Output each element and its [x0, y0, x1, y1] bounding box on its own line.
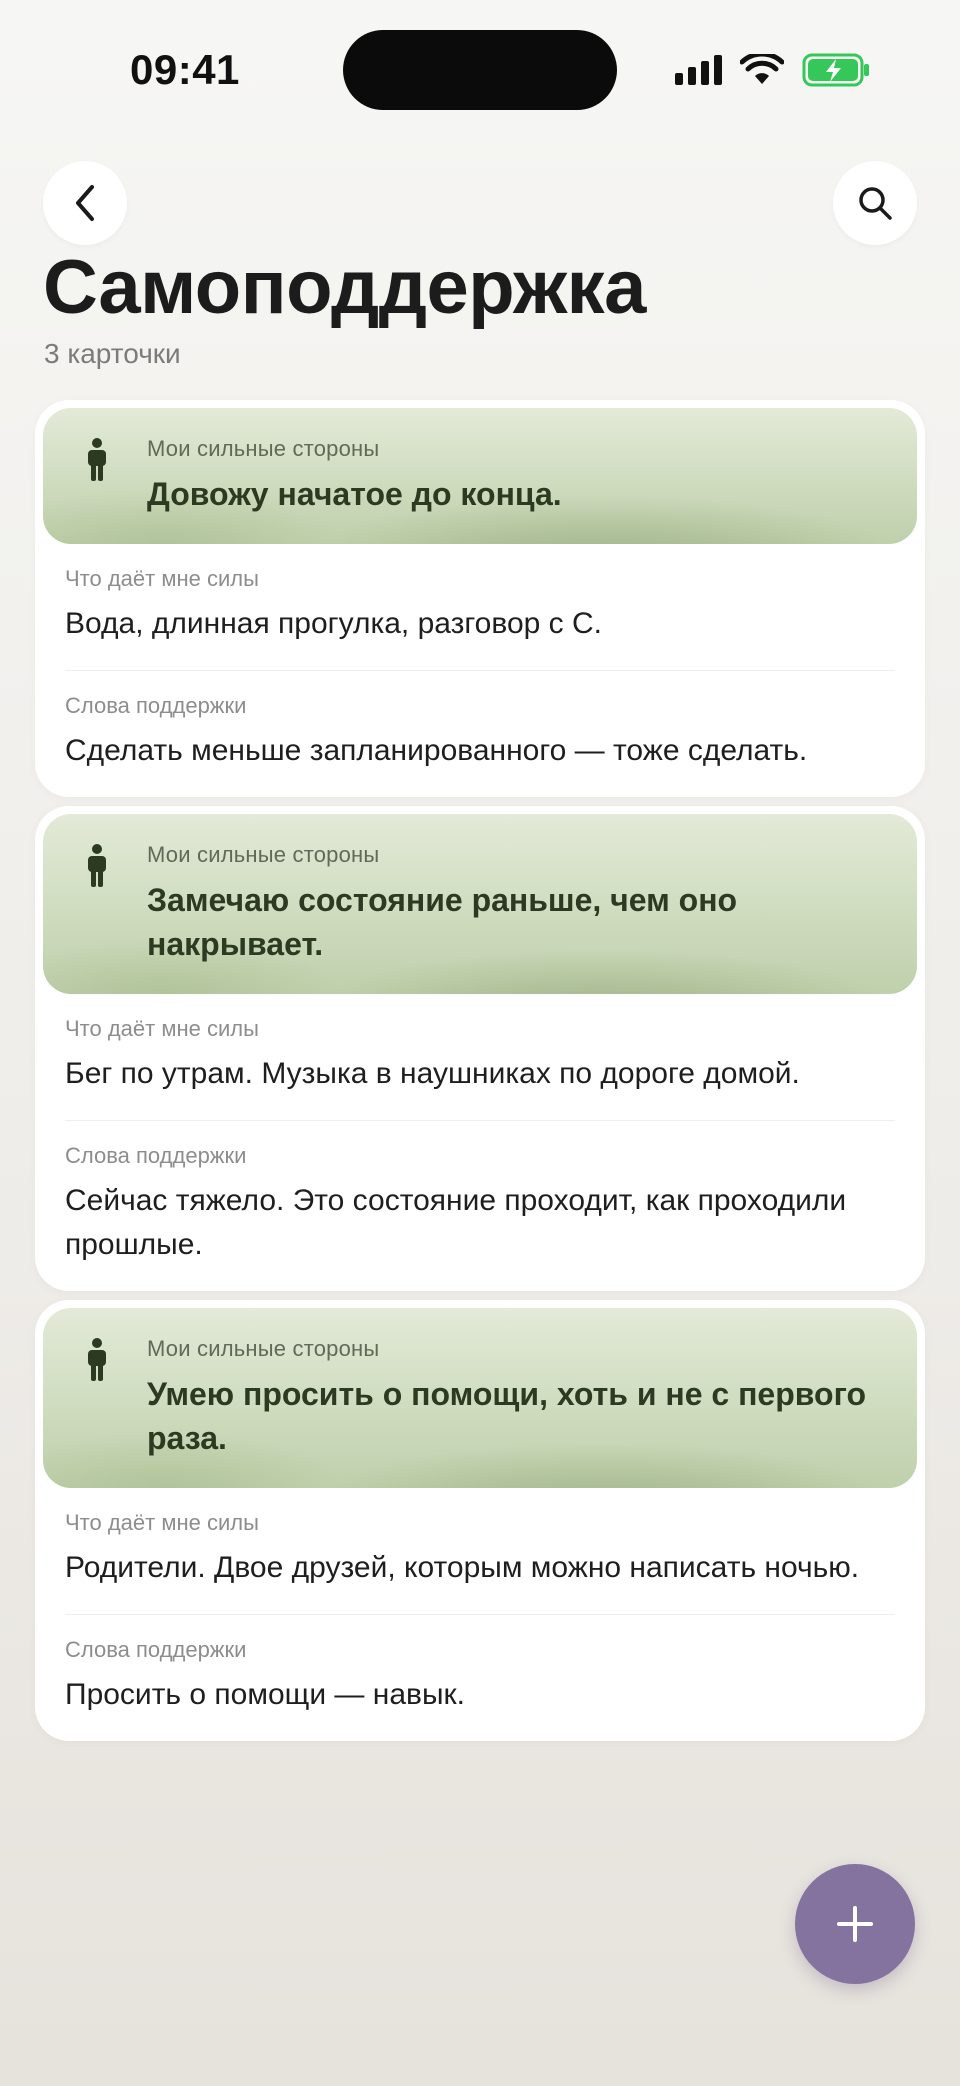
strength-label: Мои сильные стороны	[147, 436, 380, 461]
back-button[interactable]	[43, 161, 127, 245]
energy-section: Что даёт мне силы Вода, длинная прогулка…	[65, 544, 895, 670]
strength-header: Мои сильные стороны Умею просить о помощ…	[43, 1308, 917, 1488]
plus-icon	[837, 1906, 873, 1942]
battery-charging-icon	[802, 53, 869, 87]
strength-text: Замечаю состояние раньше, чем оно накрыв…	[147, 882, 738, 962]
status-icons	[675, 50, 872, 90]
support-words-text: Сейчас тяжело. Это состояние проходит, к…	[65, 1184, 847, 1261]
status-time: 09:41	[130, 46, 240, 93]
support-words-text: Просить о помощи — навык.	[65, 1678, 465, 1711]
support-words-text: Сделать меньше запланированного — тоже с…	[65, 734, 808, 767]
strength-label: Мои сильные стороны	[147, 842, 380, 867]
chevron-left-icon	[76, 185, 94, 221]
support-words-label: Слова поддержки	[65, 693, 247, 718]
person-icon	[88, 1338, 106, 1381]
support-words-label: Слова поддержки	[65, 1637, 247, 1662]
energy-section: Что даёт мне силы Бег по утрам. Музыка в…	[65, 994, 895, 1120]
strength-text: Умею просить о помощи, хоть и не с перво…	[147, 1376, 867, 1456]
add-card-button[interactable]	[795, 1864, 915, 1984]
person-icon	[88, 438, 106, 481]
strength-label: Мои сильные стороны	[147, 1336, 380, 1361]
support-card[interactable]: Мои сильные стороны Довожу начатое до ко…	[35, 400, 925, 797]
energy-text: Родители. Двое друзей, которым можно нап…	[65, 1551, 860, 1584]
person-icon	[88, 844, 106, 887]
strength-header: Мои сильные стороны Довожу начатое до ко…	[43, 408, 917, 544]
support-words-section: Слова поддержки Просить о помощи — навык…	[65, 1614, 895, 1741]
energy-text: Бег по утрам. Музыка в наушниках по доро…	[65, 1057, 800, 1090]
energy-text: Вода, длинная прогулка, разговор с С.	[65, 607, 602, 640]
strength-header: Мои сильные стороны Замечаю состояние ра…	[43, 814, 917, 994]
support-words-label: Слова поддержки	[65, 1143, 247, 1168]
support-card[interactable]: Мои сильные стороны Умею просить о помощ…	[35, 1300, 925, 1741]
page-title: Самоподдержка	[43, 245, 646, 330]
wifi-icon	[740, 54, 784, 84]
cards-count: 3 карточки	[44, 338, 181, 369]
energy-section: Что даёт мне силы Родители. Двое друзей,…	[65, 1488, 895, 1614]
search-button[interactable]	[833, 161, 917, 245]
energy-label: Что даёт мне силы	[65, 1510, 259, 1535]
signal-icon	[675, 55, 722, 85]
strength-text: Довожу начатое до конца.	[147, 476, 562, 512]
support-card[interactable]: Мои сильные стороны Замечаю состояние ра…	[35, 806, 925, 1291]
energy-label: Что даёт мне силы	[65, 1016, 259, 1041]
support-words-section: Слова поддержки Сейчас тяжело. Это состо…	[65, 1120, 895, 1291]
dynamic-island	[343, 30, 617, 110]
status-bar: 09:41	[0, 0, 960, 140]
search-icon	[859, 187, 892, 220]
energy-label: Что даёт мне силы	[65, 566, 259, 591]
support-words-section: Слова поддержки Сделать меньше запланиро…	[65, 670, 895, 797]
